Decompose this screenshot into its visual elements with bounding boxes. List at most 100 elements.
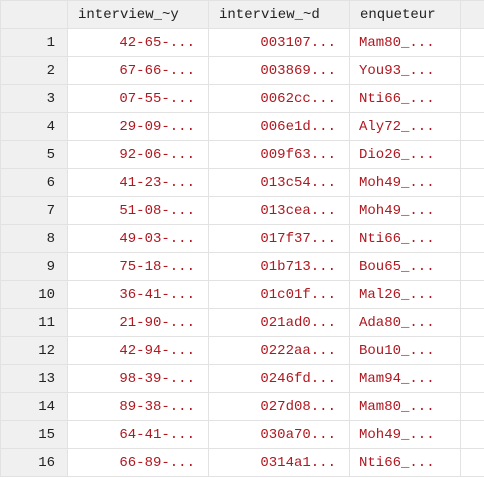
cell-interview-d[interactable]: 021ad0... xyxy=(208,308,350,337)
cell-interview-y[interactable]: 36-41-... xyxy=(67,280,209,309)
cell-interview-y[interactable]: 89-38-... xyxy=(67,392,209,421)
cell-interview-y[interactable]: 21-90-... xyxy=(67,308,209,337)
empty-cell xyxy=(460,84,484,113)
row-number[interactable]: 5 xyxy=(0,140,68,169)
cell-enqueteur[interactable]: Aly72_... xyxy=(349,112,461,141)
row-number[interactable]: 3 xyxy=(0,84,68,113)
table-row[interactable]: 3 07-55-... 0062cc... Nti66_... xyxy=(0,84,484,113)
table-row[interactable]: 4 29-09-... 006e1d... Aly72_... xyxy=(0,112,484,141)
empty-cell xyxy=(460,308,484,337)
table-row[interactable]: 13 98-39-... 0246fd... Mam94_... xyxy=(0,364,484,393)
cell-interview-d[interactable]: 006e1d... xyxy=(208,112,350,141)
cell-interview-y[interactable]: 98-39-... xyxy=(67,364,209,393)
cell-interview-d[interactable]: 0222aa... xyxy=(208,336,350,365)
cell-interview-y[interactable]: 49-03-... xyxy=(67,224,209,253)
cell-interview-d[interactable]: 003869... xyxy=(208,56,350,85)
table-row[interactable]: 10 36-41-... 01c01f... Mal26_... xyxy=(0,280,484,309)
cell-enqueteur[interactable]: Dio26_... xyxy=(349,140,461,169)
cell-interview-y[interactable]: 92-06-... xyxy=(67,140,209,169)
row-number[interactable]: 8 xyxy=(0,224,68,253)
cell-interview-d[interactable]: 013cea... xyxy=(208,196,350,225)
cell-interview-d[interactable]: 017f37... xyxy=(208,224,350,253)
cell-interview-y[interactable]: 64-41-... xyxy=(67,420,209,449)
cell-interview-y[interactable]: 41-23-... xyxy=(67,168,209,197)
row-number[interactable]: 9 xyxy=(0,252,68,281)
cell-interview-y[interactable]: 07-55-... xyxy=(67,84,209,113)
table-row[interactable]: 11 21-90-... 021ad0... Ada80_... xyxy=(0,308,484,337)
cell-interview-y[interactable]: 29-09-... xyxy=(67,112,209,141)
empty-cell xyxy=(460,112,484,141)
cell-interview-d[interactable]: 027d08... xyxy=(208,392,350,421)
column-header-interview-d[interactable]: interview_~d xyxy=(208,0,350,29)
cell-interview-y[interactable]: 42-65-... xyxy=(67,28,209,57)
row-number[interactable]: 13 xyxy=(0,364,68,393)
empty-cell xyxy=(460,56,484,85)
empty-cell xyxy=(460,448,484,477)
cell-enqueteur[interactable]: Mal26_... xyxy=(349,280,461,309)
cell-enqueteur[interactable]: Nti66_... xyxy=(349,84,461,113)
cell-interview-y[interactable]: 42-94-... xyxy=(67,336,209,365)
column-header-interview-y[interactable]: interview_~y xyxy=(67,0,209,29)
table-row[interactable]: 9 75-18-... 01b713... Bou65_... xyxy=(0,252,484,281)
cell-interview-d[interactable]: 01b713... xyxy=(208,252,350,281)
empty-cell xyxy=(460,336,484,365)
empty-cell xyxy=(460,196,484,225)
cell-enqueteur[interactable]: You93_... xyxy=(349,56,461,85)
empty-cell xyxy=(460,28,484,57)
row-number[interactable]: 7 xyxy=(0,196,68,225)
cell-enqueteur[interactable]: Mam80_... xyxy=(349,28,461,57)
table-row[interactable]: 8 49-03-... 017f37... Nti66_... xyxy=(0,224,484,253)
cell-enqueteur[interactable]: Mam80_... xyxy=(349,392,461,421)
empty-cell xyxy=(460,280,484,309)
empty-cell xyxy=(460,364,484,393)
cell-enqueteur[interactable]: Bou65_... xyxy=(349,252,461,281)
corner-cell[interactable] xyxy=(0,0,68,29)
table-row[interactable]: 6 41-23-... 013c54... Moh49_... xyxy=(0,168,484,197)
cell-interview-y[interactable]: 66-89-... xyxy=(67,448,209,477)
data-browser-grid: interview_~y interview_~d enqueteur 1 42-… xyxy=(0,0,484,477)
row-number[interactable]: 10 xyxy=(0,280,68,309)
cell-interview-d[interactable]: 0062cc... xyxy=(208,84,350,113)
cell-interview-d[interactable]: 0314a1... xyxy=(208,448,350,477)
empty-cell xyxy=(460,224,484,253)
table-row[interactable]: 12 42-94-... 0222aa... Bou10_... xyxy=(0,336,484,365)
cell-interview-y[interactable]: 75-18-... xyxy=(67,252,209,281)
table-row[interactable]: 15 64-41-... 030a70... Moh49_... xyxy=(0,420,484,449)
cell-enqueteur[interactable]: Moh49_... xyxy=(349,420,461,449)
row-number[interactable]: 6 xyxy=(0,168,68,197)
table-row[interactable]: 14 89-38-... 027d08... Mam80_... xyxy=(0,392,484,421)
table-row[interactable]: 16 66-89-... 0314a1... Nti66_... xyxy=(0,448,484,477)
row-number[interactable]: 2 xyxy=(0,56,68,85)
empty-cell xyxy=(460,420,484,449)
cell-interview-d[interactable]: 01c01f... xyxy=(208,280,350,309)
row-number[interactable]: 15 xyxy=(0,420,68,449)
row-number[interactable]: 14 xyxy=(0,392,68,421)
row-number[interactable]: 12 xyxy=(0,336,68,365)
cell-enqueteur[interactable]: Nti66_... xyxy=(349,224,461,253)
column-header-enqueteur[interactable]: enqueteur xyxy=(349,0,461,29)
cell-enqueteur[interactable]: Moh49_... xyxy=(349,168,461,197)
cell-enqueteur[interactable]: Bou10_... xyxy=(349,336,461,365)
row-number[interactable]: 1 xyxy=(0,28,68,57)
cell-interview-d[interactable]: 013c54... xyxy=(208,168,350,197)
cell-interview-d[interactable]: 0246fd... xyxy=(208,364,350,393)
cell-enqueteur[interactable]: Moh49_... xyxy=(349,196,461,225)
cell-enqueteur[interactable]: Ada80_... xyxy=(349,308,461,337)
cell-interview-d[interactable]: 003107... xyxy=(208,28,350,57)
cell-interview-d[interactable]: 030a70... xyxy=(208,420,350,449)
cell-interview-y[interactable]: 51-08-... xyxy=(67,196,209,225)
table-row[interactable]: 5 92-06-... 009f63... Dio26_... xyxy=(0,140,484,169)
cell-enqueteur[interactable]: Nti66_... xyxy=(349,448,461,477)
cell-enqueteur[interactable]: Mam94_... xyxy=(349,364,461,393)
table-row[interactable]: 7 51-08-... 013cea... Moh49_... xyxy=(0,196,484,225)
table-row[interactable]: 2 67-66-... 003869... You93_... xyxy=(0,56,484,85)
row-number[interactable]: 16 xyxy=(0,448,68,477)
table-row[interactable]: 1 42-65-... 003107... Mam80_... xyxy=(0,28,484,57)
cell-interview-d[interactable]: 009f63... xyxy=(208,140,350,169)
column-header-empty xyxy=(460,0,484,29)
row-number[interactable]: 11 xyxy=(0,308,68,337)
row-number[interactable]: 4 xyxy=(0,112,68,141)
cell-interview-y[interactable]: 67-66-... xyxy=(67,56,209,85)
empty-cell xyxy=(460,252,484,281)
header-row: interview_~y interview_~d enqueteur xyxy=(0,0,484,29)
